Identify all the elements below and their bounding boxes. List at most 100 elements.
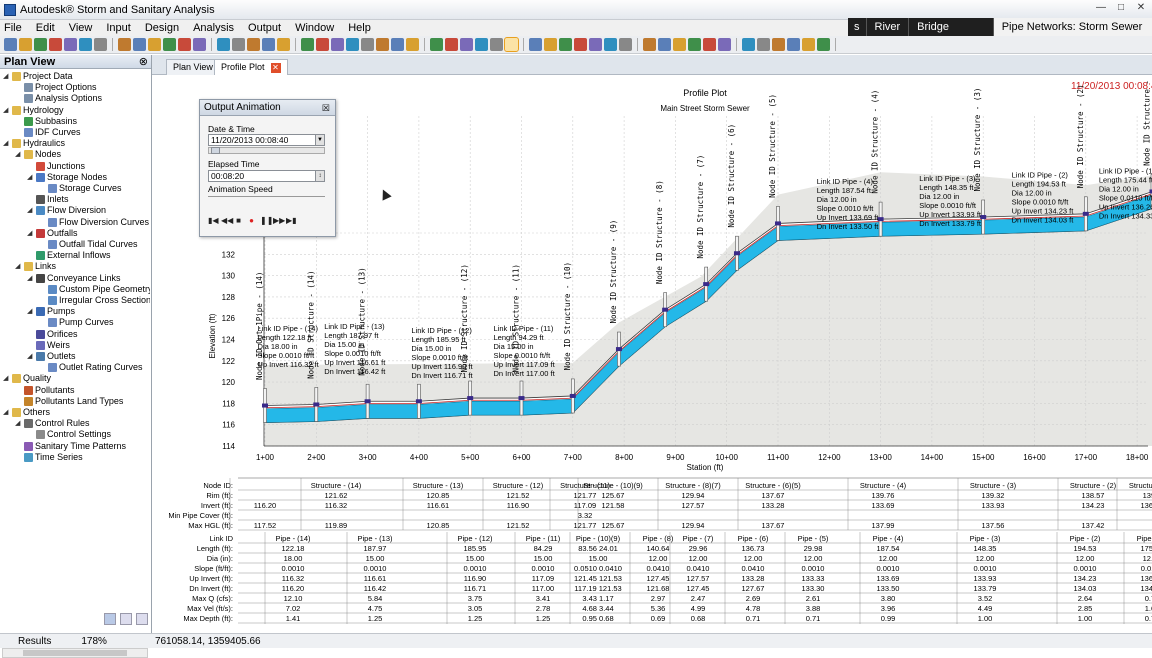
toolbar-tool-icon[interactable]: [673, 38, 686, 51]
tree-toggle-icon[interactable]: ◢: [15, 261, 22, 272]
menu-input[interactable]: Input: [106, 22, 130, 34]
toolbar-tool-icon[interactable]: [718, 38, 731, 51]
tree-toggle-icon[interactable]: ◢: [27, 351, 34, 362]
toolbar-tool-icon[interactable]: [34, 38, 47, 51]
tree-item[interactable]: Pollutants Land Types: [15, 396, 123, 407]
tree-item[interactable]: Outlet Rating Curves: [39, 362, 143, 373]
stop-icon[interactable]: ■: [234, 216, 243, 226]
tree-item[interactable]: Junctions: [27, 161, 85, 172]
pause-icon[interactable]: ❚❚: [260, 216, 273, 226]
tree-toggle-icon[interactable]: ◢: [27, 306, 34, 317]
date-time-select[interactable]: 11/20/2013 00:08:40 ▼: [208, 134, 325, 146]
record-icon[interactable]: ●: [247, 216, 256, 226]
tree-item[interactable]: IDF Curves: [15, 127, 81, 138]
time-slider-thumb[interactable]: [211, 147, 220, 154]
toolbar-tool-icon[interactable]: [742, 38, 755, 51]
tree-item[interactable]: Control Settings: [27, 429, 111, 440]
minimize-icon[interactable]: —: [1094, 2, 1108, 14]
tree-item[interactable]: ◢ Storage Nodes: [27, 172, 107, 183]
tree-item[interactable]: Flow Diversion Curves: [39, 217, 149, 228]
close-icon[interactable]: ☒: [322, 100, 330, 116]
toolbar-tool-icon[interactable]: [331, 38, 344, 51]
tree-item[interactable]: Time Series: [15, 452, 83, 463]
toolbar-tool-icon[interactable]: [802, 38, 815, 51]
toolbar-tool-icon[interactable]: [504, 37, 519, 52]
search-tree-icon[interactable]: [136, 613, 148, 625]
chevron-down-icon[interactable]: ▼: [315, 135, 324, 145]
tree-item[interactable]: Weirs: [27, 340, 70, 351]
tree-toggle-icon[interactable]: ◢: [27, 273, 34, 284]
first-frame-icon[interactable]: ▮◀: [208, 216, 219, 226]
module-tab-bridge-modeler[interactable]: Bridge Modeler: [908, 18, 993, 51]
toolbar-tool-icon[interactable]: [688, 38, 701, 51]
tree-item[interactable]: ◢ Hydraulics: [3, 138, 65, 149]
tree-item[interactable]: ◢ Project Data: [3, 71, 73, 82]
toolbar-tool-icon[interactable]: [118, 38, 131, 51]
toolbar-tool-icon[interactable]: [430, 38, 443, 51]
tree-toggle-icon[interactable]: ◢: [3, 407, 10, 418]
toolbar-tool-icon[interactable]: [193, 38, 206, 51]
toolbar-tool-icon[interactable]: [262, 38, 275, 51]
tree-item[interactable]: Storage Curves: [39, 183, 122, 194]
toolbar-tool-icon[interactable]: [133, 38, 146, 51]
time-slider[interactable]: [208, 147, 325, 154]
tree-item[interactable]: Orifices: [27, 329, 78, 340]
close-tab-icon[interactable]: ✕: [270, 63, 281, 73]
layers-icon[interactable]: [120, 613, 132, 625]
tree-item[interactable]: ◢ Conveyance Links: [27, 273, 121, 284]
toolbar-tool-icon[interactable]: [247, 38, 260, 51]
menu-view[interactable]: View: [69, 22, 93, 34]
tree-item[interactable]: ◢ Outfalls: [27, 228, 78, 239]
menu-design[interactable]: Design: [145, 22, 179, 34]
tree-item[interactable]: Irregular Cross Section: [39, 295, 150, 306]
menu-analysis[interactable]: Analysis: [193, 22, 234, 34]
tree-item[interactable]: Inlets: [27, 194, 69, 205]
toolbar-tool-icon[interactable]: [94, 38, 107, 51]
toolbar-tool-icon[interactable]: [559, 38, 572, 51]
toolbar-tool-icon[interactable]: [643, 38, 656, 51]
tree-toggle-icon[interactable]: ◢: [27, 205, 34, 216]
toolbar-tool-icon[interactable]: [301, 38, 314, 51]
tree-item[interactable]: Pollutants: [15, 385, 75, 396]
toolbar-tool-icon[interactable]: [361, 38, 374, 51]
toolbar-tool-icon[interactable]: [178, 38, 191, 51]
module-tab-partial[interactable]: s: [848, 18, 866, 36]
module-tab-river[interactable]: River: [865, 18, 909, 36]
maximize-icon[interactable]: □: [1114, 2, 1128, 14]
tree-toggle-icon[interactable]: ◢: [3, 71, 10, 82]
toolbar-tool-icon[interactable]: [658, 38, 671, 51]
toolbar-tool-icon[interactable]: [391, 38, 404, 51]
toolbar-tool-icon[interactable]: [79, 38, 92, 51]
toolbar-tool-icon[interactable]: [787, 38, 800, 51]
toolbar-tool-icon[interactable]: [19, 38, 32, 51]
tree-item[interactable]: ◢ Hydrology: [3, 105, 64, 116]
toolbar-tool-icon[interactable]: [703, 38, 716, 51]
elapsed-time-field[interactable]: 00:08:20 ↕: [208, 170, 325, 182]
toolbar-tool-icon[interactable]: [217, 38, 230, 51]
tree-toggle-icon[interactable]: ◢: [15, 418, 22, 429]
tree-item[interactable]: Subbasins: [15, 116, 77, 127]
last-frame-icon[interactable]: ▶▮: [286, 216, 297, 226]
tree-item[interactable]: ◢ Nodes: [15, 149, 61, 160]
toolbar-tool-icon[interactable]: [406, 38, 419, 51]
tree-toggle-icon[interactable]: ◢: [15, 149, 22, 160]
spinner-icon[interactable]: ↕: [315, 171, 324, 181]
menu-output[interactable]: Output: [248, 22, 281, 34]
tree-item[interactable]: Project Options: [15, 82, 97, 93]
toolbar-tool-icon[interactable]: [445, 38, 458, 51]
pane-pin-icon[interactable]: ⊗: [139, 55, 151, 68]
plan-tree-icon[interactable]: [104, 613, 116, 625]
tab-plan-view[interactable]: Plan View: [166, 59, 220, 75]
tree-item[interactable]: ◢ Quality: [3, 373, 51, 384]
toolbar-tool-icon[interactable]: [604, 38, 617, 51]
menu-file[interactable]: File: [4, 22, 22, 34]
toolbar-tool-icon[interactable]: [460, 38, 473, 51]
module-tab-pipe-networks[interactable]: Pipe Networks: Storm Sewer (1): [992, 18, 1152, 51]
menu-edit[interactable]: Edit: [36, 22, 55, 34]
tree-toggle-icon[interactable]: ◢: [3, 138, 10, 149]
tree-toggle-icon[interactable]: ◢: [3, 105, 10, 116]
tree-item[interactable]: ◢ Links: [15, 261, 56, 272]
tree-item[interactable]: Custom Pipe Geometry: [39, 284, 150, 295]
speed-slider[interactable]: [208, 196, 325, 200]
toolbar-tool-icon[interactable]: [490, 38, 503, 51]
